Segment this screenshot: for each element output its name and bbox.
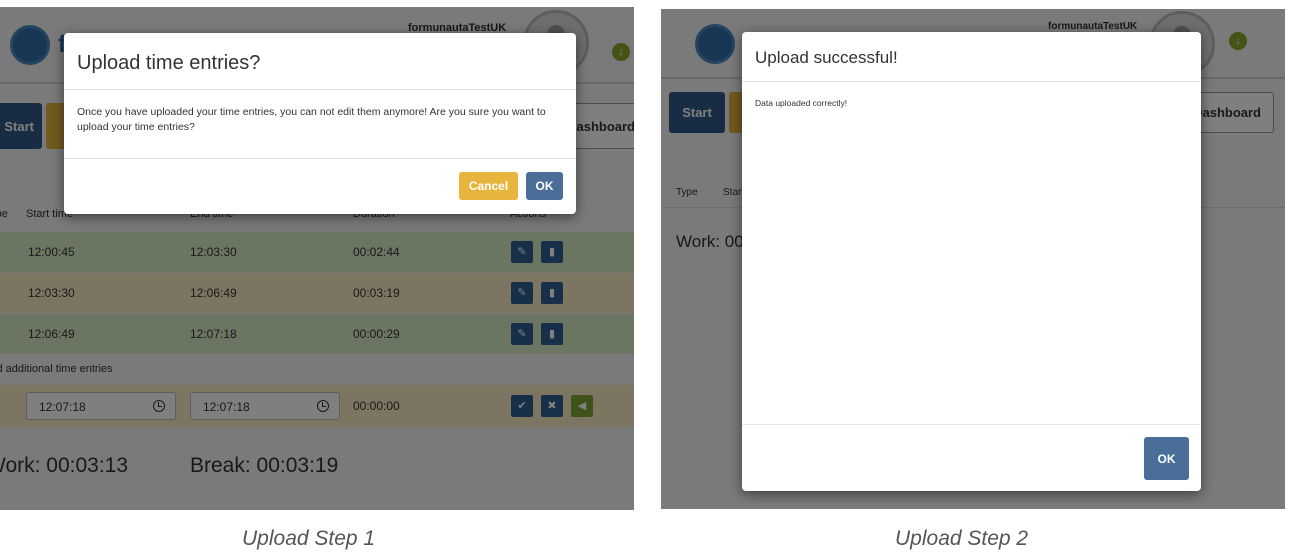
dialog-title: Upload time entries? [77,52,261,74]
cancel-button[interactable]: Cancel [459,172,518,200]
dialog-divider [64,158,576,159]
ok-button[interactable]: OK [526,172,563,200]
dialog-message: Data uploaded correctly! [755,98,848,108]
caption-step-2: Upload Step 2 [895,527,1029,550]
caption-step-1: Upload Step 1 [242,527,376,550]
dialog-message: Once you have uploaded your time entries… [77,106,546,133]
ok-button[interactable]: OK [1144,437,1189,480]
dialog-divider [742,424,1201,425]
upload-success-dialog: Upload successful! Data uploaded correct… [742,32,1201,491]
upload-step-2-screenshot: formunautaTestUK ↓ Start Dashboard Type … [661,9,1285,509]
dialog-title: Upload successful! [755,48,898,67]
upload-confirm-dialog: Upload time entries? Once you have uploa… [64,33,576,214]
upload-step-1-screenshot: f formunautaTestUK ↓ Start Dashboard Typ… [0,7,634,510]
dialog-divider [742,81,1201,82]
dialog-divider [64,89,576,90]
